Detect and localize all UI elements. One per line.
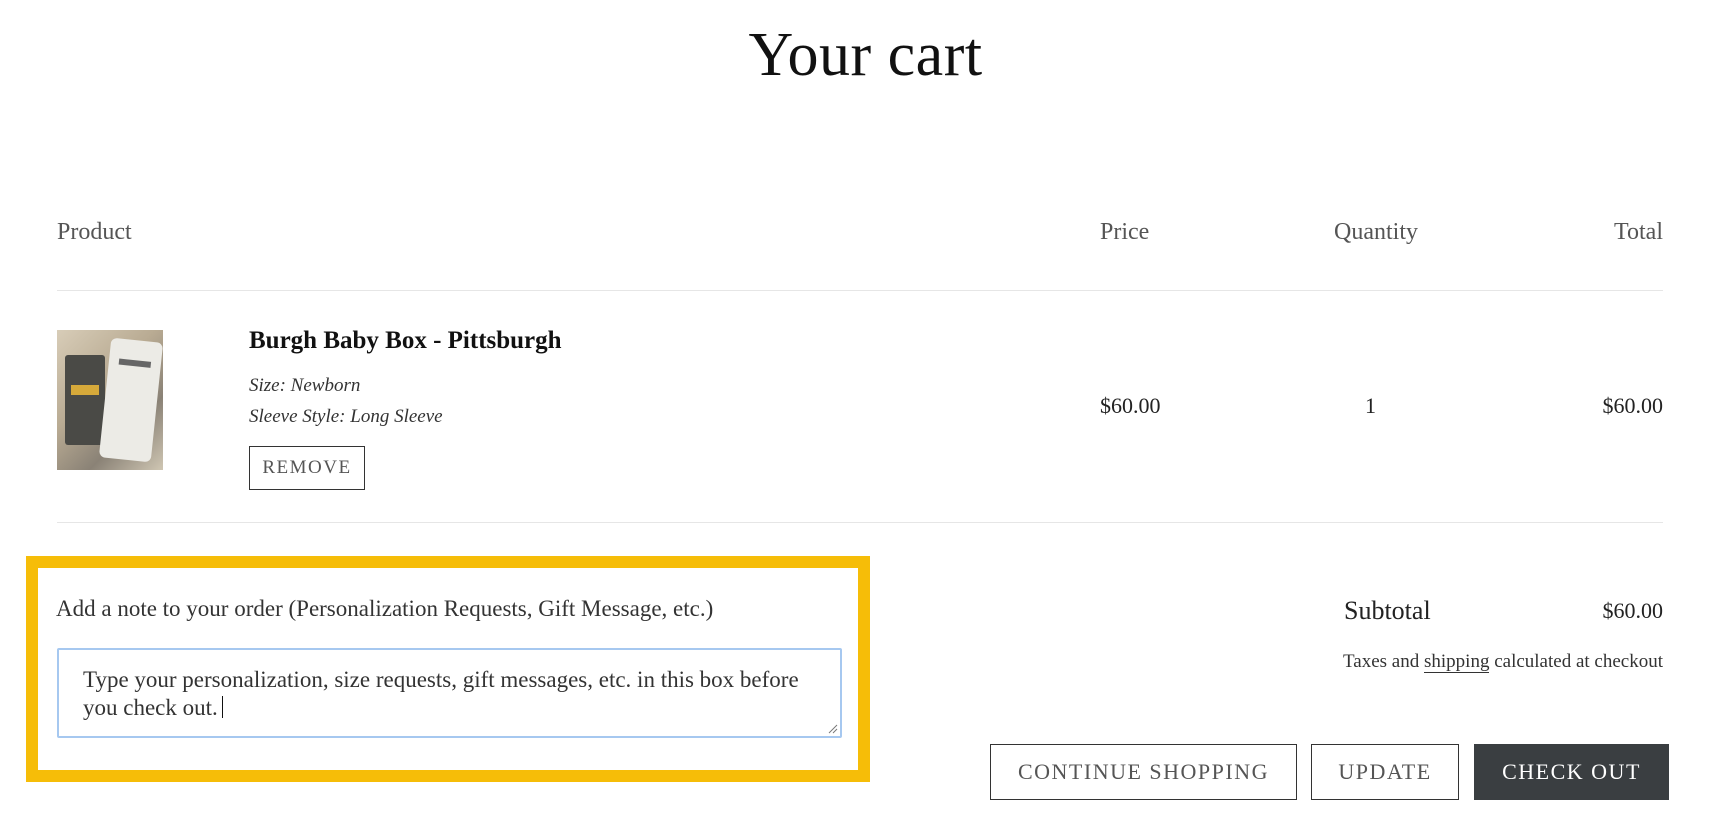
product-option-sleeve: Sleeve Style: Long Sleeve (249, 406, 443, 427)
table-divider-top (57, 290, 1663, 291)
column-header-product: Product (57, 219, 132, 245)
resize-handle-icon[interactable] (828, 724, 838, 734)
product-image-part (98, 337, 163, 463)
subtotal-value: $60.00 (1602, 598, 1664, 623)
continue-shopping-button[interactable]: CONTINUE SHOPPING (990, 744, 1297, 800)
column-header-quantity: Quantity (1334, 219, 1418, 245)
subtotal-label: Subtotal (1344, 596, 1431, 625)
order-note-textarea[interactable]: Type your personalization, size requests… (57, 648, 842, 738)
update-cart-button[interactable]: UPDATE (1311, 744, 1459, 800)
item-price: $60.00 (1100, 393, 1161, 418)
tax-shipping-note: Taxes and shipping calculated at checkou… (1343, 651, 1663, 673)
checkout-button[interactable]: CHECK OUT (1474, 744, 1669, 800)
column-header-total: Total (1614, 219, 1663, 245)
shipping-link[interactable]: shipping (1424, 651, 1490, 673)
order-note-label: Add a note to your order (Personalizatio… (56, 596, 714, 621)
item-total: $60.00 (1602, 393, 1664, 418)
product-option-size: Size: Newborn (249, 375, 361, 396)
order-note-text: Type your personalization, size requests… (83, 667, 799, 720)
item-quantity[interactable]: 1 (1365, 393, 1376, 419)
table-divider-bottom (57, 522, 1663, 523)
tax-note-suffix: calculated at checkout (1494, 651, 1663, 672)
column-header-price: Price (1100, 219, 1150, 245)
product-image[interactable] (57, 330, 163, 470)
page-title: Your cart (748, 21, 983, 89)
product-name-link[interactable]: Burgh Baby Box - Pittsburgh (249, 327, 562, 355)
remove-button[interactable]: REMOVE (249, 446, 365, 490)
tax-note-prefix: Taxes and (1343, 651, 1420, 672)
product-image-part (65, 355, 105, 445)
text-caret (221, 695, 223, 718)
